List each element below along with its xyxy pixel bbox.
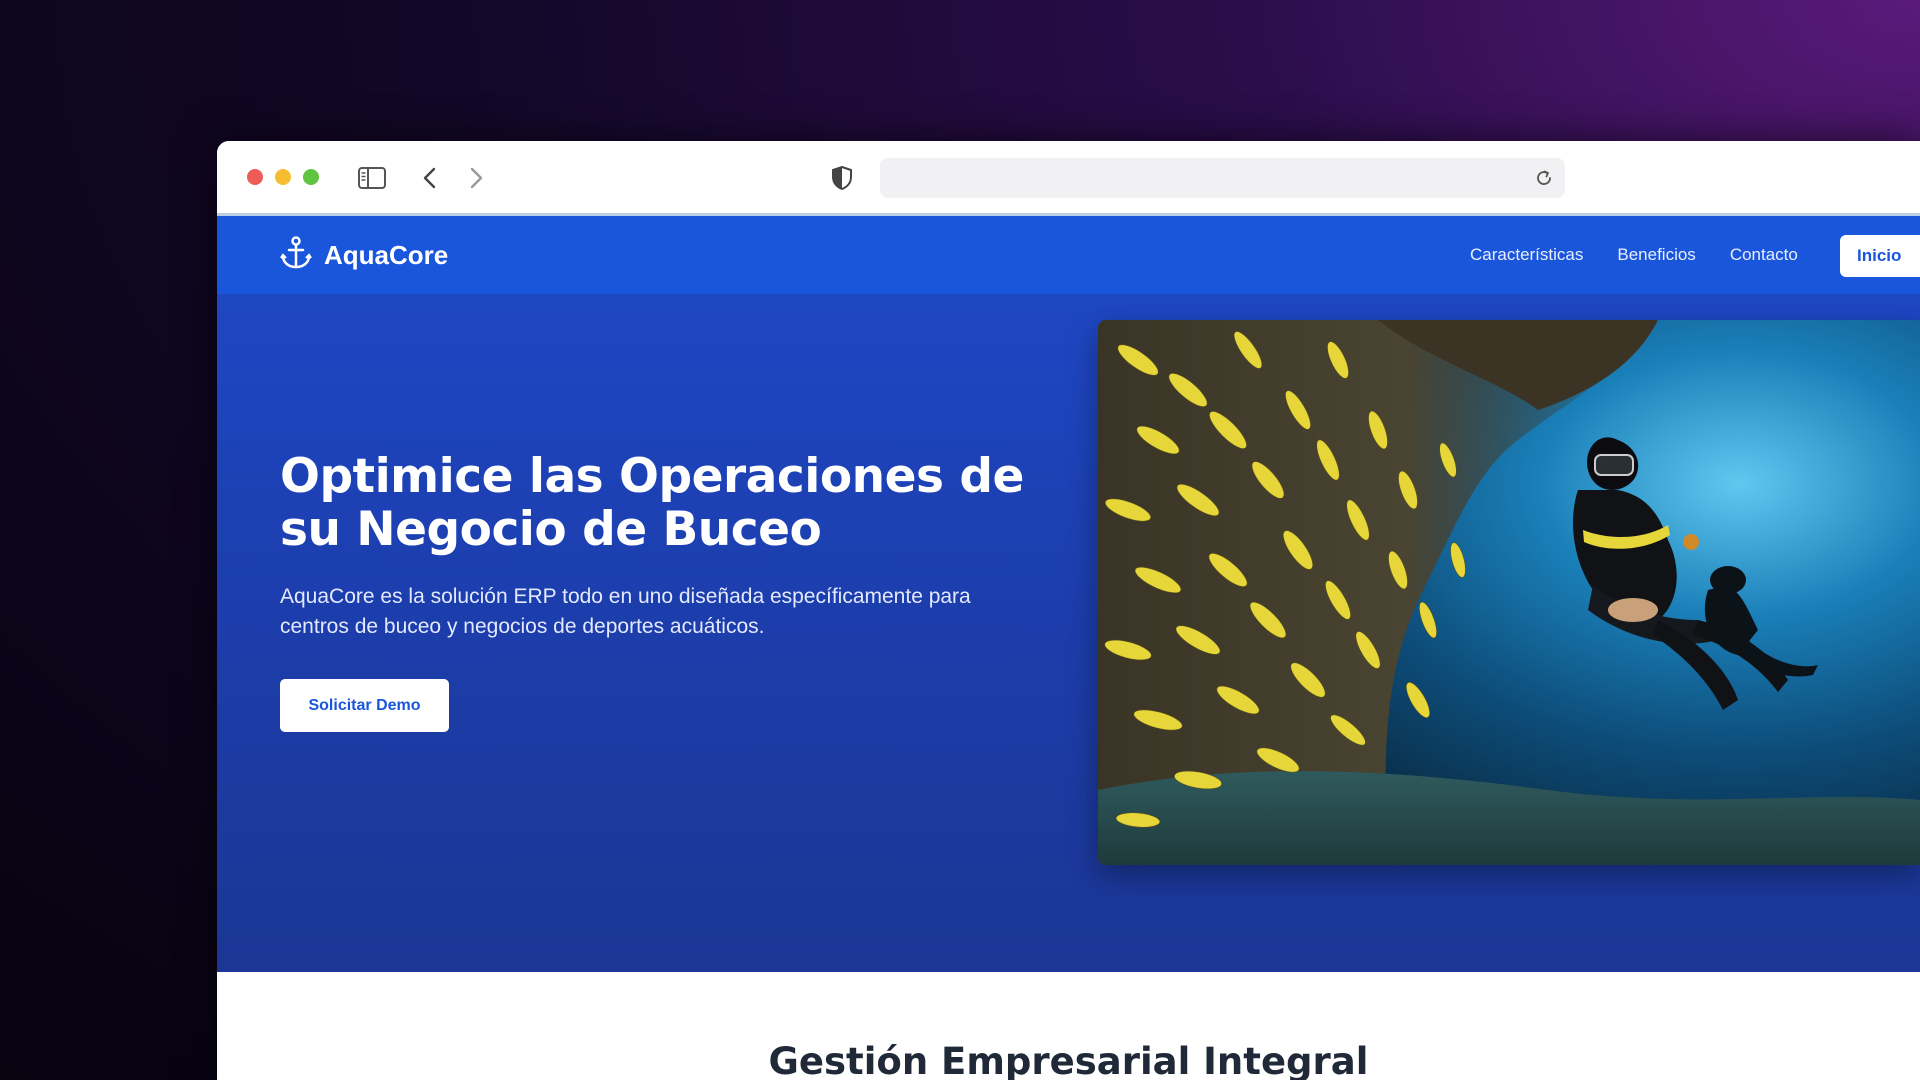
browser-toolbar bbox=[217, 141, 1920, 216]
brand-logo[interactable]: AquaCore bbox=[280, 236, 448, 274]
browser-window: AquaCore Características Beneficios Cont… bbox=[217, 141, 1920, 1080]
features-section: Gestión Empresarial Integral bbox=[217, 972, 1920, 1080]
hero-image bbox=[1098, 320, 1920, 865]
nav-links: Características Beneficios Contacto bbox=[1470, 216, 1798, 294]
close-window-button[interactable] bbox=[247, 169, 263, 185]
address-bar[interactable] bbox=[880, 158, 1565, 198]
minimize-window-button[interactable] bbox=[275, 169, 291, 185]
maximize-window-button[interactable] bbox=[303, 169, 319, 185]
site-navbar: AquaCore Características Beneficios Cont… bbox=[217, 216, 1920, 294]
hero-title: Optimice las Operaciones de su Negocio d… bbox=[280, 449, 1024, 557]
brand-name: AquaCore bbox=[324, 239, 449, 270]
window-controls bbox=[247, 169, 319, 185]
shield-icon[interactable] bbox=[827, 163, 857, 193]
hero-section: Optimice las Operaciones de su Negocio d… bbox=[217, 294, 1920, 972]
hero-subtitle: AquaCore es la solución ERP todo en uno … bbox=[280, 585, 971, 638]
forward-icon[interactable] bbox=[461, 163, 491, 193]
request-demo-button[interactable]: Solicitar Demo bbox=[280, 679, 449, 732]
sidebar-icon[interactable] bbox=[357, 163, 387, 193]
back-icon[interactable] bbox=[415, 163, 445, 193]
inicio-button[interactable]: Inicio bbox=[1840, 235, 1920, 277]
nav-link-caracteristicas[interactable]: Características bbox=[1470, 245, 1583, 265]
nav-link-contacto[interactable]: Contacto bbox=[1730, 245, 1798, 265]
section-title: Gestión Empresarial Integral bbox=[768, 1040, 1369, 1080]
nav-link-beneficios[interactable]: Beneficios bbox=[1617, 245, 1695, 265]
anchor-icon bbox=[280, 236, 312, 274]
reload-icon[interactable] bbox=[1529, 163, 1559, 193]
